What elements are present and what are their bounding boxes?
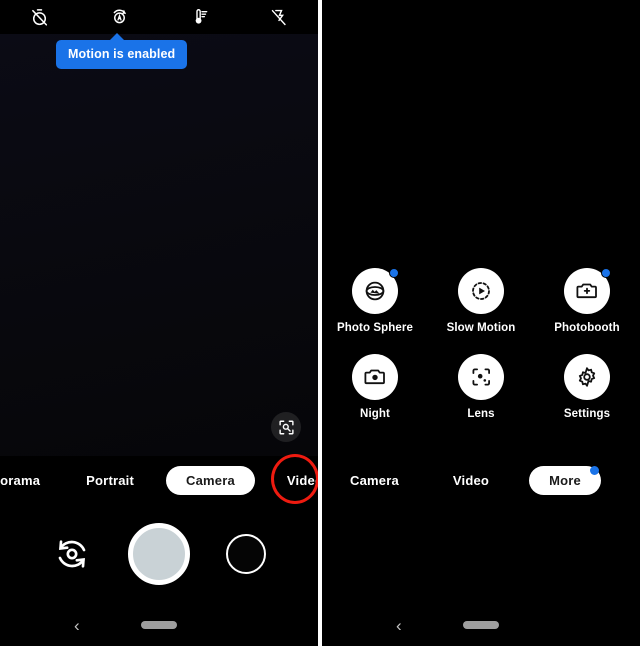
- more-item-label: Night: [360, 408, 390, 420]
- new-badge-dot: [601, 268, 611, 278]
- lens-scan-icon[interactable]: [271, 412, 301, 442]
- mode-tab-portrait[interactable]: Portrait: [72, 467, 148, 494]
- google-lens-icon[interactable]: [458, 354, 504, 400]
- more-modes-grid: Photo Sphere Slow Motion Photobooth Night Le…: [322, 268, 640, 420]
- more-item-slow-motion[interactable]: Slow Motion: [428, 268, 534, 334]
- switch-camera-icon[interactable]: [52, 534, 92, 574]
- mode-tab-video[interactable]: Video: [439, 467, 503, 494]
- camera-mode-selector-right: Camera Video More: [322, 456, 640, 504]
- new-badge-dot: [389, 268, 399, 278]
- more-item-label: Settings: [563, 408, 611, 420]
- gear-icon[interactable]: [564, 354, 610, 400]
- mode-tab-camera[interactable]: Camera: [336, 467, 413, 494]
- more-item-lens[interactable]: Lens: [428, 354, 534, 420]
- camera-mode-selector-left: noramaPortraitCameraVideoMore: [0, 456, 318, 504]
- motion-auto-icon[interactable]: [80, 0, 160, 34]
- camera-viewfinder[interactable]: [0, 34, 318, 456]
- system-nav-bar-right: ‹: [322, 604, 640, 646]
- mode-tab-label: Video: [286, 472, 318, 488]
- back-chevron-icon[interactable]: ‹: [396, 617, 402, 634]
- more-item-label: Slow Motion: [446, 322, 516, 334]
- mode-tab-label: norama: [0, 472, 41, 488]
- more-item-label: Photobooth: [554, 322, 620, 334]
- camera-shutter-row: [0, 504, 318, 604]
- more-item-label: Lens: [467, 408, 495, 420]
- more-item-settings[interactable]: Settings: [534, 354, 640, 420]
- mode-tab-label: Camera: [186, 472, 235, 488]
- new-badge-dot: [589, 465, 599, 475]
- mode-tab-video[interactable]: Video: [273, 467, 318, 494]
- night-sight-icon[interactable]: [352, 354, 398, 400]
- slow-motion-icon[interactable]: [458, 268, 504, 314]
- motion-tooltip: Motion is enabled: [56, 33, 188, 69]
- motion-tooltip-text: Motion is enabled: [68, 47, 176, 61]
- mode-tab-label: Video: [452, 472, 490, 488]
- mode-tab-more[interactable]: More: [529, 465, 601, 495]
- photobooth-icon[interactable]: [564, 268, 611, 314]
- mode-tab-label: More: [549, 472, 581, 488]
- back-chevron-icon[interactable]: ‹: [74, 617, 80, 634]
- photo-sphere-icon[interactable]: [352, 268, 399, 314]
- left-phone-panel: Motion is enabled norama Portrait Camera Vi…: [0, 0, 318, 646]
- screenshot-root: Motion is enabled norama Portrait Camera Vi…: [0, 0, 640, 646]
- mode-tab-camera[interactable]: Camera: [166, 465, 255, 495]
- more-item-photo-sphere[interactable]: Photo Sphere: [322, 268, 428, 334]
- home-pill-indicator[interactable]: [463, 621, 499, 629]
- mode-tab-label: Portrait: [86, 472, 135, 488]
- home-pill-indicator[interactable]: [141, 621, 177, 629]
- camera-top-controls: [0, 0, 318, 34]
- system-nav-bar-left: ‹: [0, 604, 318, 646]
- more-item-night[interactable]: Night: [322, 354, 428, 420]
- mode-tab-norama[interactable]: norama: [0, 467, 54, 494]
- right-phone-panel: Photo Sphere Slow Motion Photobooth Night Le…: [322, 0, 640, 646]
- shutter-button[interactable]: [128, 523, 190, 585]
- timer-off-icon[interactable]: [0, 0, 80, 34]
- more-item-photobooth[interactable]: Photobooth: [534, 268, 640, 334]
- more-item-label: Photo Sphere: [337, 322, 413, 334]
- flash-off-icon[interactable]: [239, 0, 319, 34]
- white-balance-icon[interactable]: [159, 0, 239, 34]
- gallery-thumbnail[interactable]: [226, 534, 266, 574]
- mode-tab-label: Camera: [350, 472, 399, 488]
